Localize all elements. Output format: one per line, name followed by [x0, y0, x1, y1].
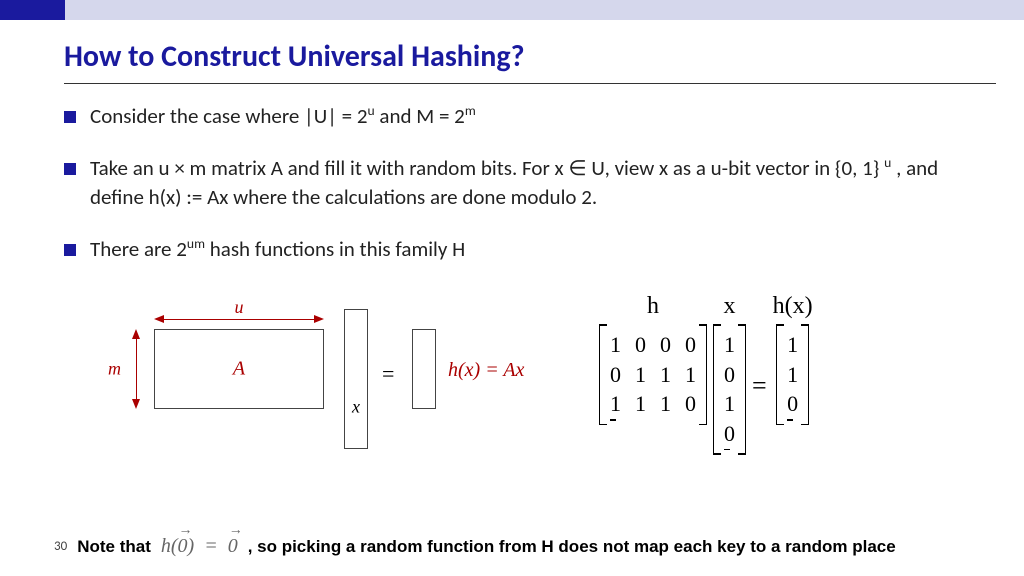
sup: u — [367, 102, 374, 119]
sup: um — [187, 235, 205, 252]
vector-x: 1 0 1 0 — [713, 324, 746, 455]
m-label: m — [108, 359, 121, 380]
bullet-3: There are 2um hash functions in this fam… — [64, 235, 984, 263]
math-h0-equals-0: h(0) = 0 — [157, 535, 242, 558]
table-row: 1 — [787, 360, 798, 390]
table-row: 1 — [787, 330, 798, 360]
bullet-icon — [64, 163, 76, 175]
figure-row: u m A x = h(x) = Ax h 1000 0 — [64, 287, 984, 457]
text: Consider the case where |U| = 2 — [90, 103, 367, 129]
vector-hx: 1 1 0 — [776, 324, 809, 425]
text: There are 2 — [90, 236, 187, 262]
bullet-icon — [64, 244, 76, 256]
diagram-matrix-schematic: u m A x = h(x) = Ax — [94, 287, 534, 457]
diagram-numeric-example: h 1000 0111 1110 x 1 0 1 0 = — [599, 290, 813, 455]
table-row: 0111 — [610, 360, 696, 390]
vector-x-box: x — [344, 309, 368, 449]
text: hash functions in this family H — [205, 236, 465, 262]
m-dimension-arrow: m — [124, 329, 142, 409]
page-number: 30 — [54, 539, 67, 554]
matrix-h: 1000 0111 1110 — [599, 324, 707, 425]
hx-equation: h(x) = Ax — [448, 359, 524, 382]
table-row: 1000 — [610, 330, 696, 360]
vector-x-block: x 1 0 1 0 — [713, 290, 746, 455]
note-text: , so picking a random function from H do… — [248, 537, 896, 557]
bullet-1-text: Consider the case where |U| = 2u and M =… — [90, 102, 476, 130]
bullet-icon — [64, 111, 76, 123]
bullet-2: Take an u × m matrix A and fill it with … — [64, 154, 984, 211]
vector-hx-box — [412, 329, 436, 409]
bullet-3-text: There are 2um hash functions in this fam… — [90, 235, 465, 263]
equals-sign: = — [382, 361, 394, 387]
equals-sign: = — [752, 343, 767, 401]
sup: m — [465, 102, 476, 119]
top-bar-accent — [0, 0, 65, 20]
table-row: 0 — [724, 360, 735, 390]
text: Take an u × m matrix A and fill it with … — [90, 155, 884, 181]
table-row: 1 — [724, 330, 735, 360]
table-row: 0 — [787, 389, 798, 419]
vector-hx-block: h(x) 1 1 0 — [773, 290, 813, 425]
u-dimension-arrow: u — [154, 307, 324, 325]
hx-header: h(x) — [773, 290, 813, 320]
slide-title: How to Construct Universal Hashing? — [0, 20, 1024, 83]
text: and M = 2 — [375, 103, 465, 129]
x-label: x — [352, 396, 360, 417]
matrix-h-block: h 1000 0111 1110 — [599, 290, 707, 425]
x-header: x — [724, 290, 736, 320]
h-header: h — [647, 290, 659, 320]
table-row: 1110 — [610, 389, 696, 419]
table-row: 0 — [724, 419, 735, 449]
table-row: 1 — [724, 389, 735, 419]
bullet-1: Consider the case where |U| = 2u and M =… — [64, 102, 984, 130]
A-label: A — [233, 358, 245, 381]
footer-note: 30 Note that h(0) = 0 , so picking a ran… — [54, 535, 1004, 558]
bullet-2-text: Take an u × m matrix A and fill it with … — [90, 154, 984, 211]
u-label: u — [235, 297, 244, 318]
note-text: Note that — [77, 537, 151, 557]
top-bar — [0, 0, 1024, 20]
content-area: Consider the case where |U| = 2u and M =… — [0, 84, 1024, 457]
matrix-A-box: A — [154, 329, 324, 409]
